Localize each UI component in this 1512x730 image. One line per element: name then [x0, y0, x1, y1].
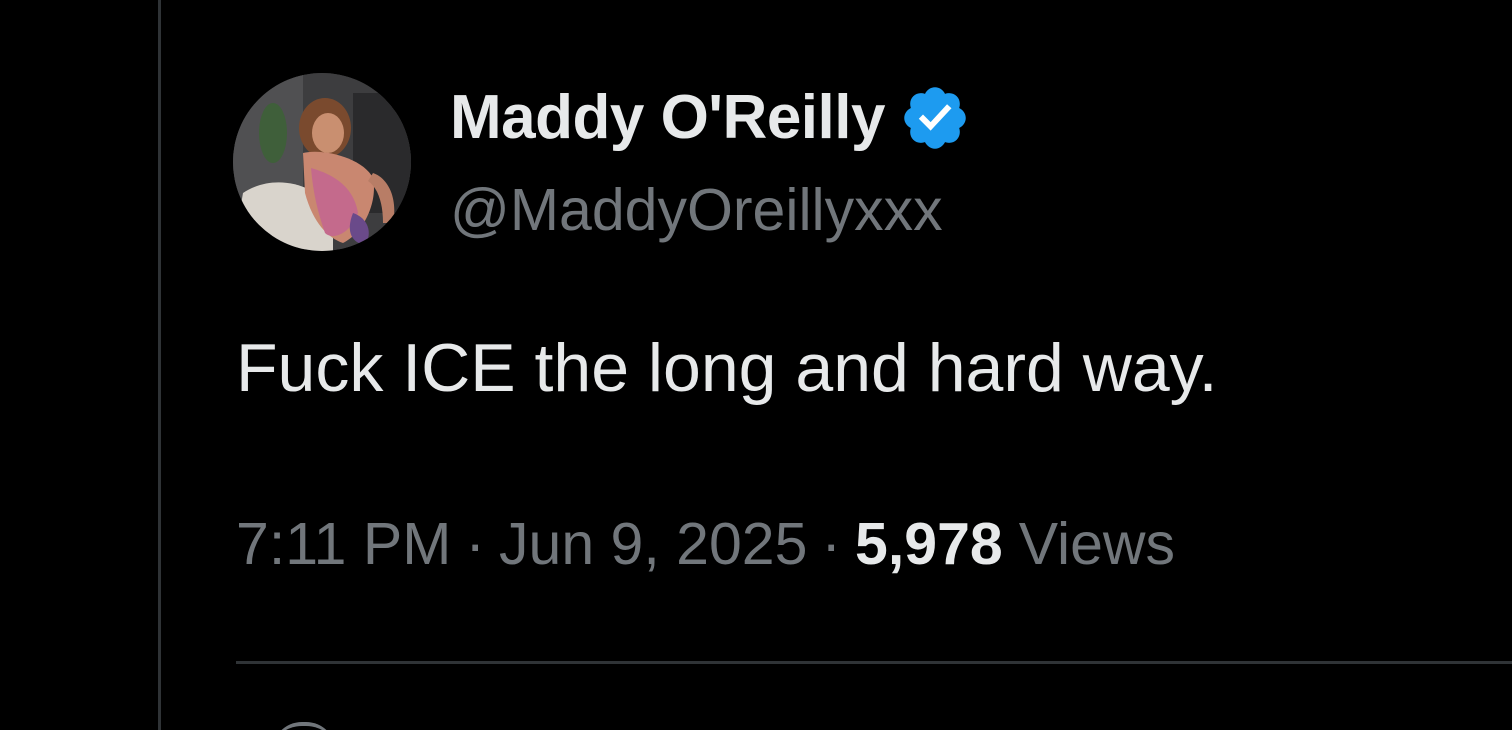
- reply-icon[interactable]: [272, 722, 336, 730]
- views-label[interactable]: Views: [1019, 508, 1175, 580]
- separator-dot: ·: [821, 511, 842, 577]
- tweet-metadata: 7:11 PM · Jun 9, 2025 · 5,978 Views: [236, 508, 1175, 580]
- avatar[interactable]: [233, 73, 411, 251]
- tweet-time[interactable]: 7:11 PM: [236, 508, 451, 580]
- tweet-text: Fuck ICE the long and hard way.: [236, 330, 1218, 406]
- author-display-name[interactable]: Maddy O'Reilly: [450, 82, 885, 154]
- tweet-date[interactable]: Jun 9, 2025: [499, 508, 807, 580]
- views-count[interactable]: 5,978: [855, 508, 1003, 580]
- separator-dot: ·: [465, 511, 486, 577]
- author-handle[interactable]: @MaddyOreillyxxx: [450, 174, 943, 246]
- author-name-row: Maddy O'Reilly: [450, 82, 971, 154]
- profile-photo: [233, 73, 411, 251]
- column-border: [158, 0, 161, 730]
- divider: [236, 661, 1512, 664]
- verified-badge-icon[interactable]: [899, 82, 971, 154]
- tweet-detail-view: Maddy O'Reilly @MaddyOreillyxxx Fuck ICE…: [0, 0, 1512, 730]
